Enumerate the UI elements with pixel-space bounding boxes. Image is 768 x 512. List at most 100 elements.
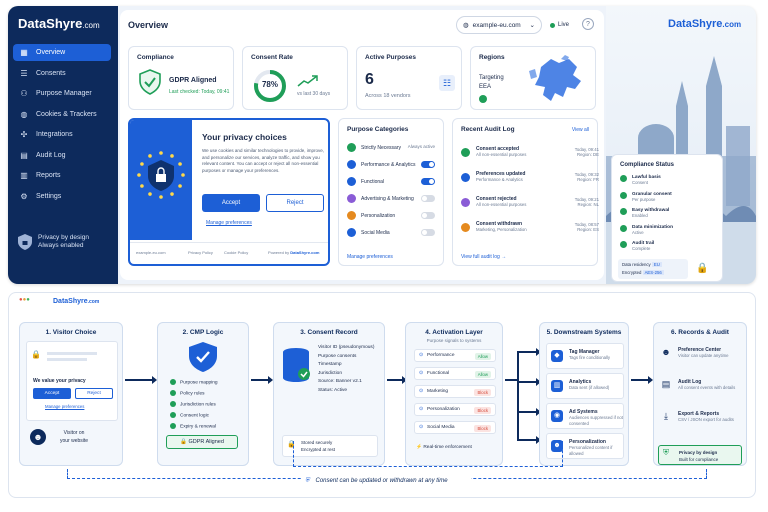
sidebar-item-audit-log[interactable]: ▤ Audit Log [13,147,111,164]
regions-card[interactable]: Regions Targeting EEA [470,46,596,110]
reject-button[interactable]: Reject [75,388,113,399]
sidebar-item-reports[interactable]: ▥ Reports [13,167,111,184]
event-subtitle: All non-essential purposes [476,152,527,157]
purpose-check-icon: ⊙ [419,389,424,394]
always-active-label: Always active [407,144,435,149]
main-content: Overview ◍ example-eu.com ⌄ Live ? Compl… [120,10,604,280]
record-text: Audit Log All consent events with details [678,379,746,391]
flow-arrow [125,376,157,384]
powered-by: Powered by DataShyre.com [268,250,319,255]
chevron-down-icon: ⌄ [529,22,535,29]
status-label: Data minimization [632,224,674,230]
manage-preferences-link[interactable]: Manage preferences [206,220,252,226]
sidebar-item-label: Overview [36,49,66,56]
record-icon: ▤ [661,379,671,389]
audit-log-row[interactable]: Consent accepted All non-essential purpos… [461,145,599,165]
status-sub: Per purpose [632,196,656,202]
status-sub: Active [632,229,644,235]
encrypted-value: AES-256 [642,270,664,275]
eu-star-icon [148,154,152,158]
privacy-by-design-box: Privacy by design Always enabled [18,234,89,250]
card-title: Compliance [137,54,174,61]
compliance-card[interactable]: Compliance GDPR Aligned Last checked: To… [128,46,234,110]
shield-stars-icon [189,342,217,372]
brand-suffix: .com [82,21,100,30]
card-title: Recent Audit Log [461,126,515,133]
system-text: Tag Manager Tags fire conditionally [569,349,623,361]
active-purposes-card[interactable]: Active Purposes 6 Across 18 vendors ☷ [356,46,462,110]
privacy-prompt: We value your privacy [33,378,86,384]
audit-log-row[interactable]: Preferences updated Performance & Analyti… [461,170,599,190]
sidebar-item-consents[interactable]: ☰ Consents [13,65,111,82]
sidebar-item-label: Cookies & Trackers [36,110,97,118]
sidebar-item-purpose-manager[interactable]: ⚇ Purpose Manager [13,85,111,102]
list-icon: ☰ [20,68,28,78]
view-all-link[interactable]: View all [572,127,589,133]
category-icon [347,228,356,237]
last-checked: Last checked: Today, 09:41 [169,89,230,95]
system-text: Ad Systems Audiences suppressed if not co… [569,409,623,427]
downstream-system: ◆ Tag Manager Tags fire conditionally [546,343,624,369]
event-region: Region: FR [577,177,599,182]
record-icon: ⤓ [664,411,668,421]
activation-subtitle: Purpose signals to systems [426,338,482,343]
consent-rate-card[interactable]: Consent Rate 78% vs last 30 days [242,46,348,110]
help-icon[interactable]: ? [582,18,594,30]
event-icon [461,173,470,182]
category-label: Social Media [361,229,390,236]
card-title: Active Purposes [365,54,416,61]
cookie-icon: ◍ [20,109,28,119]
domain-select[interactable]: ◍ example-eu.com ⌄ [456,16,542,34]
event-subtitle: Performance & Analytics [476,177,523,182]
sidebar-item-integrations[interactable]: ✣ Integrations [13,126,111,143]
sidebar-item-settings[interactable]: ⚙ Settings [13,188,111,205]
visitor-line-2: your website [60,438,89,444]
powered-by-label: Powered by [268,250,290,255]
accept-button[interactable]: Accept [33,388,71,399]
check-icon [170,379,176,385]
accept-button[interactable]: Accept [202,194,260,212]
cookie-policy-link[interactable]: Cookie Policy [224,250,248,255]
flow-arrow [517,408,541,416]
audit-log-row[interactable]: Consent rejected All non-essential purpos… [461,195,599,215]
window-controls: ●●● [19,297,30,303]
system-sub: Data sent (if allowed) [569,385,610,390]
activation-row: ⊙ Personalization Block [414,403,496,416]
placeholder-line [47,352,97,355]
status-text: Easy withdrawal Enabled [632,208,722,218]
banner-text: We use cookies and similar technologies … [202,148,324,173]
sidebar-item-overview[interactable]: ▦ Overview [13,44,111,61]
category-toggle[interactable] [421,212,435,219]
eu-star-icon [181,173,185,177]
manage-preferences-link[interactable]: Manage preferences [347,254,393,260]
brand-logo: DataShyre.com [668,18,741,30]
category-toggle[interactable] [421,229,435,236]
privacy-policy-link[interactable]: Privacy Policy [188,250,213,255]
brand-logo[interactable]: DataShyre.com [18,16,100,31]
view-full-audit-link[interactable]: View full audit log → [461,254,506,260]
event-subtitle: Marketing, Personalization [476,227,527,232]
manage-preferences-link[interactable]: Manage preferences [45,404,84,409]
category-toggle[interactable] [421,161,435,168]
reject-button[interactable]: Reject [266,194,324,212]
logic-label: Consent logic [180,413,210,419]
record-icon: ☻ [661,347,671,357]
category-icon [347,143,356,152]
category-toggle[interactable] [421,178,435,185]
eu-star-icon [178,184,182,188]
card-title: Regions [479,54,505,61]
category-icon [347,194,356,203]
audit-log-row[interactable]: Consent withdrawn Marketing, Personalizat… [461,220,599,240]
event-text: Consent rejected All non-essential purpos… [476,196,526,207]
update-loop [293,441,563,467]
event-region: Region: NL [577,202,600,207]
sidebar-item-cookies-trackers[interactable]: ◍ Cookies & Trackers [13,106,111,123]
event-meta: Today, 09:32 Region: FR [575,172,599,182]
brand-suffix: .com [722,20,742,29]
encrypted-label: Encrypted [622,270,642,275]
block-badge: Block [474,407,491,414]
event-region: Region: ES [577,227,599,232]
category-toggle[interactable] [421,195,435,202]
record-text: Preference Center Visitor can update anyt… [678,347,746,359]
category-label: Performance & Analytics [361,161,416,168]
